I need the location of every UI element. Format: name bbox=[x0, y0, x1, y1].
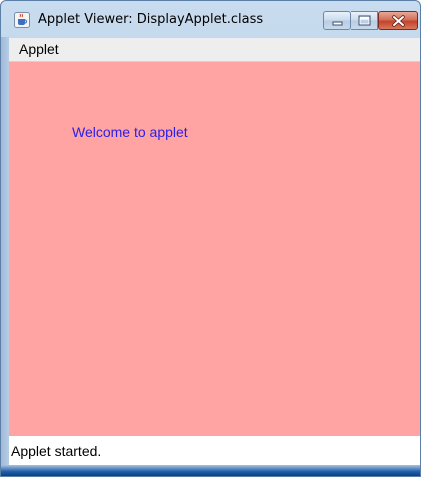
status-text: Applet started. bbox=[11, 443, 102, 459]
java-cup-icon[interactable] bbox=[14, 12, 30, 28]
window-bottom-border[interactable] bbox=[1, 465, 420, 476]
window-left-border bbox=[1, 37, 9, 465]
title-bar[interactable]: Applet Viewer: DisplayApplet.class bbox=[1, 1, 420, 37]
applet-viewer-window: Applet Viewer: DisplayApplet.class Apple… bbox=[0, 0, 421, 477]
welcome-message: Welcome to applet bbox=[72, 124, 188, 140]
status-bar: Applet started. bbox=[9, 436, 420, 465]
maximize-button[interactable] bbox=[351, 11, 378, 30]
minimize-button[interactable] bbox=[323, 11, 351, 30]
close-icon bbox=[392, 15, 405, 27]
applet-canvas[interactable]: Welcome to applet bbox=[9, 62, 420, 436]
window-title: Applet Viewer: DisplayApplet.class bbox=[38, 12, 264, 27]
minimize-icon bbox=[332, 21, 343, 26]
maximize-icon bbox=[358, 15, 371, 26]
menu-applet[interactable]: Applet bbox=[19, 41, 59, 57]
close-button[interactable] bbox=[378, 11, 418, 30]
menu-bar: Applet bbox=[9, 38, 420, 61]
